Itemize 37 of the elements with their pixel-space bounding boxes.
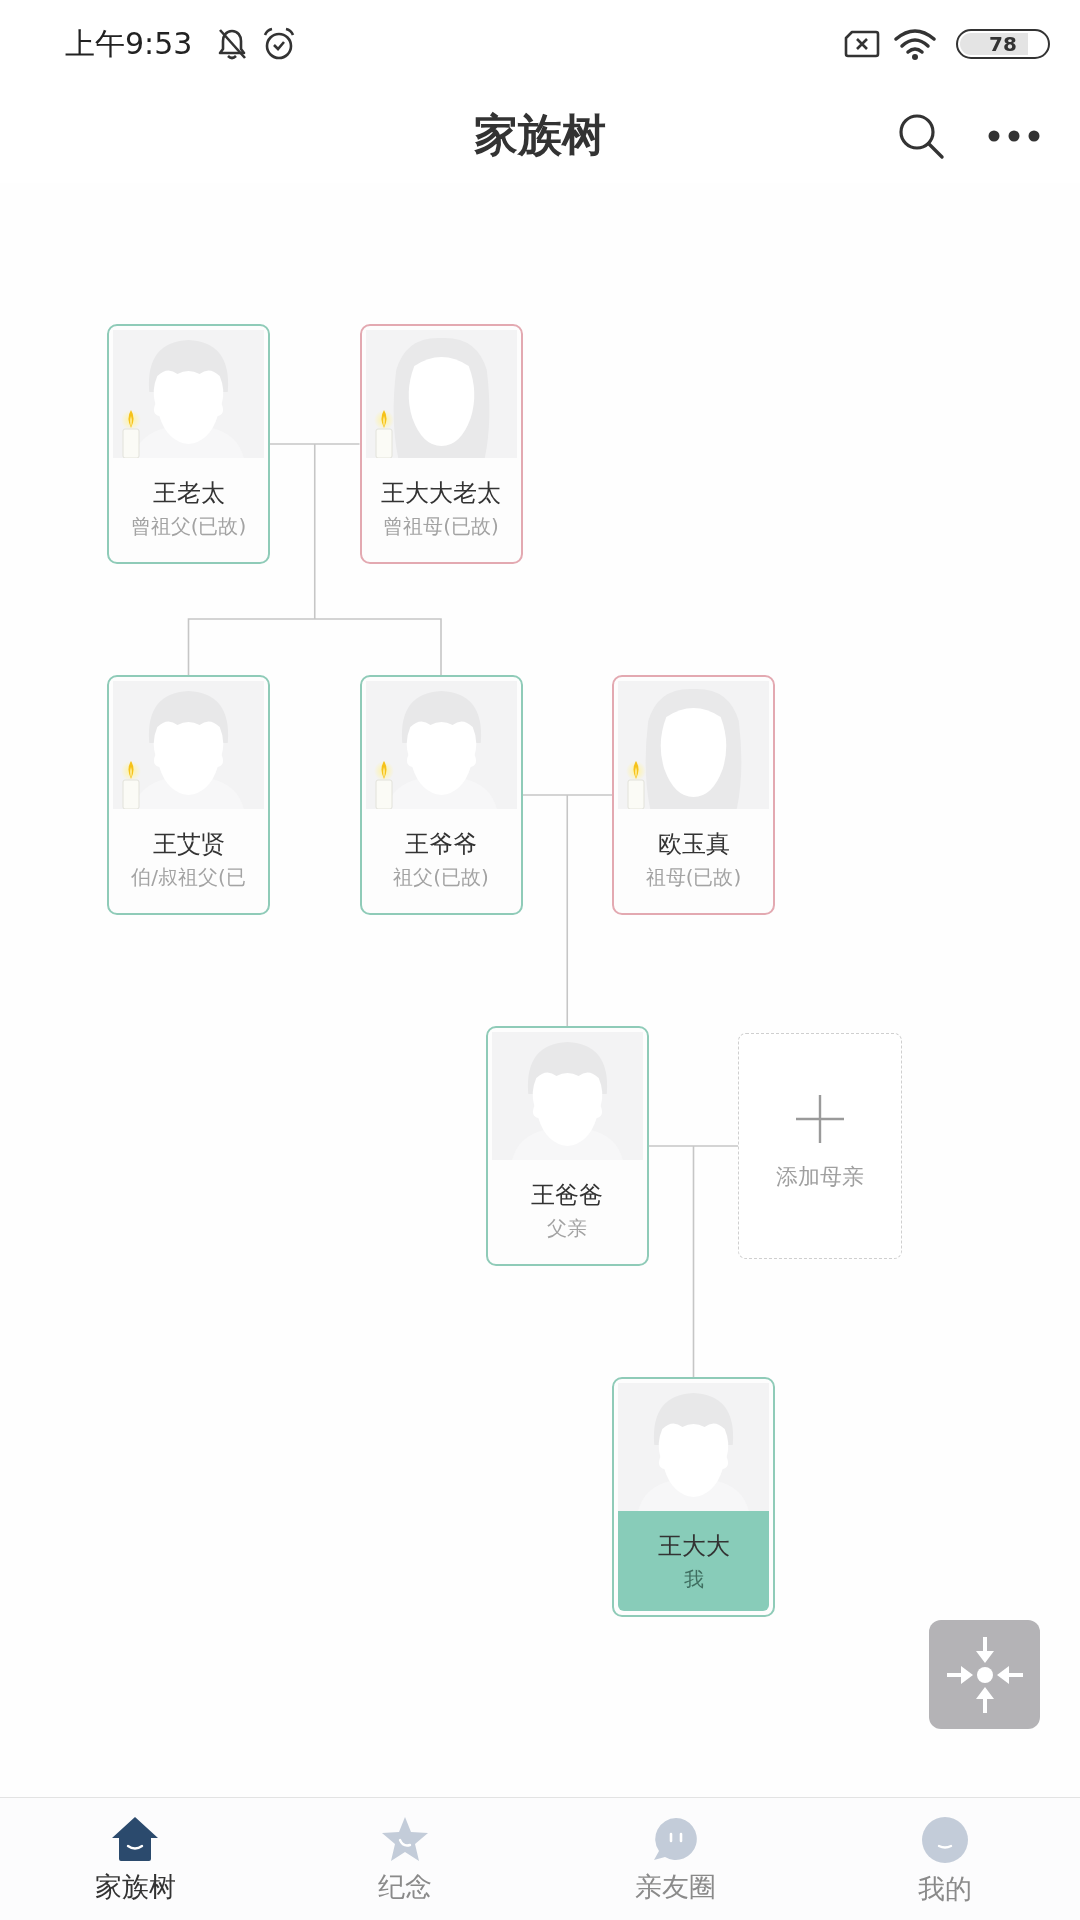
member-relation: 伯/叔祖父(已 bbox=[131, 863, 246, 891]
nav-tab[interactable]: 家族树 bbox=[0, 1798, 270, 1920]
member-relation: 曾祖父(已故) bbox=[130, 512, 247, 540]
member-card[interactable]: 王大大老太 曾祖母(已故) bbox=[359, 324, 523, 564]
member-relation: 我 bbox=[683, 1565, 704, 1593]
wifi-icon bbox=[894, 27, 936, 61]
arrows-to-center-icon bbox=[944, 1634, 1025, 1715]
member-card[interactable]: 欧玉真 祖母(已故) bbox=[612, 675, 775, 915]
plus-icon bbox=[795, 1094, 846, 1144]
member-relation: 祖父(已故) bbox=[393, 863, 489, 891]
more-options-icon[interactable] bbox=[988, 129, 1040, 142]
sim-card-x-icon bbox=[844, 30, 880, 58]
house-icon bbox=[111, 1816, 159, 1862]
member-card[interactable]: 王大大 我 bbox=[612, 1377, 775, 1617]
bell-muted-icon bbox=[216, 27, 249, 61]
member-relation: 曾祖母(已故) bbox=[383, 512, 499, 540]
member-card[interactable]: 王爸爸 父亲 bbox=[485, 1026, 649, 1266]
member-name: 王爷爷 bbox=[405, 828, 477, 860]
member-name: 王老太 bbox=[152, 477, 225, 509]
member-card[interactable]: 王爷爷 祖父(已故) bbox=[359, 675, 523, 915]
star-icon bbox=[381, 1816, 429, 1862]
battery-indicator: 78 bbox=[956, 29, 1050, 59]
member-relation: 父亲 bbox=[547, 1214, 588, 1242]
page-title: 家族树 bbox=[474, 108, 606, 162]
search-icon[interactable] bbox=[897, 111, 945, 160]
status-time: 上午9:53 bbox=[65, 24, 193, 63]
chat-bubble-icon bbox=[651, 1816, 699, 1862]
member-relation: 祖母(已故) bbox=[645, 863, 742, 891]
member-name: 王爸爸 bbox=[531, 1179, 604, 1211]
member-name: 欧玉真 bbox=[657, 828, 730, 860]
member-name: 王大大老太 bbox=[381, 477, 501, 509]
alarm-clock-icon bbox=[262, 27, 297, 61]
member-card[interactable]: 王老太 曾祖父(已故) bbox=[107, 324, 270, 564]
smiley-face-icon bbox=[921, 1816, 969, 1864]
member-name: 王艾贤 bbox=[152, 828, 225, 860]
member-card[interactable]: 王艾贤 伯/叔祖父(已 bbox=[107, 675, 270, 915]
member-name: 王大大 bbox=[657, 1530, 730, 1562]
